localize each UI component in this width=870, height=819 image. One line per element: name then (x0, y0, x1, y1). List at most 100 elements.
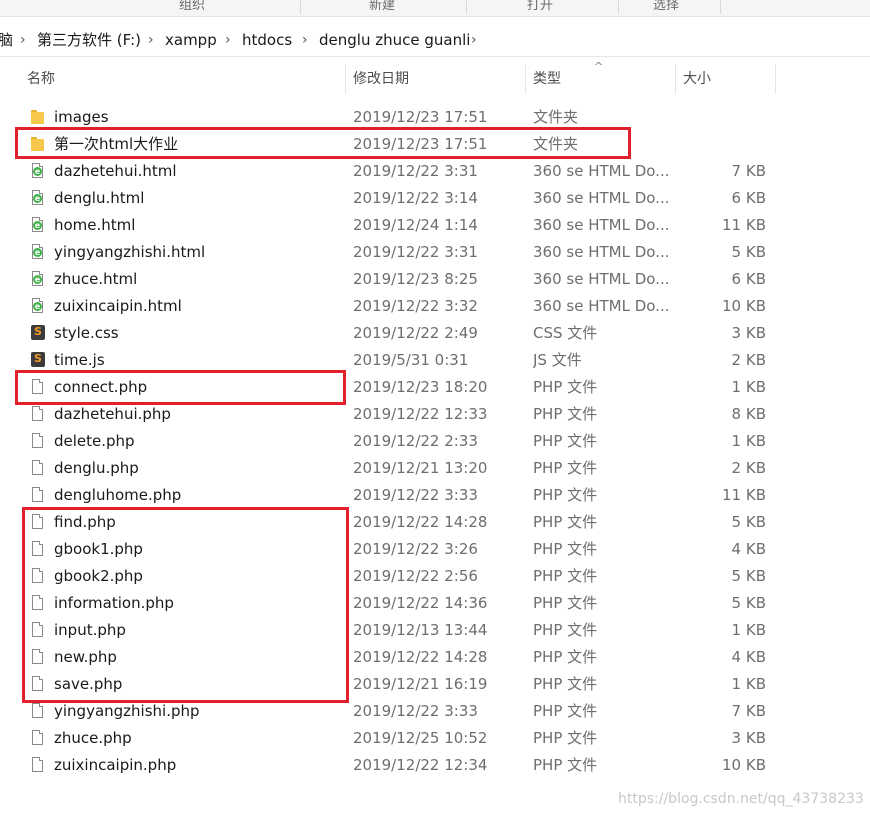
file-name: dazhetehui.html (54, 162, 177, 180)
column-header-size[interactable]: 大小 (683, 70, 711, 88)
chevron-right-icon[interactable]: › (471, 30, 477, 50)
html-file-icon: e (30, 297, 46, 316)
file-name: dengluhome.php (54, 486, 182, 504)
file-name: denglu.php (54, 459, 139, 477)
code-file-icon (30, 351, 46, 370)
ribbon-group-open: 打开 (526, 0, 553, 13)
file-name: zhuce.php (54, 729, 132, 747)
file-size: 7 KB (731, 162, 766, 180)
file-row[interactable]: dazhetehui.php 2019/12/22 12:33 PHP 文件 8 KB (0, 401, 870, 428)
file-name: dazhetehui.php (54, 405, 171, 423)
html-file-icon: e (30, 162, 46, 181)
file-row[interactable]: zhuce.php 2019/12/25 10:52 PHP 文件 3 KB (0, 725, 870, 752)
chevron-right-icon[interactable]: › (302, 30, 308, 50)
highlight-box (15, 127, 631, 159)
file-modified-date: 2019/12/22 14:28 (353, 648, 488, 666)
folder-icon (30, 108, 46, 127)
file-icon (30, 729, 46, 748)
file-type: 360 se HTML Do... (533, 243, 669, 261)
file-type: PHP 文件 (533, 621, 598, 639)
column-divider[interactable] (775, 64, 776, 94)
file-row[interactable]: e home.html 2019/12/24 1:14 360 se HTML Do.… (0, 212, 870, 239)
file-size: 5 KB (731, 567, 766, 585)
file-modified-date: 2019/12/22 2:56 (353, 567, 478, 585)
chevron-right-icon[interactable]: › (148, 30, 154, 50)
file-row[interactable]: delete.php 2019/12/22 2:33 PHP 文件 1 KB (0, 428, 870, 455)
file-size: 2 KB (731, 351, 766, 369)
file-type: 360 se HTML Do... (533, 216, 669, 234)
file-row[interactable]: dengluhome.php 2019/12/22 3:33 PHP 文件 11 KB (0, 482, 870, 509)
file-row[interactable]: e yingyangzhishi.html 2019/12/22 3:31 360 s… (0, 239, 870, 266)
file-size: 2 KB (731, 459, 766, 477)
file-row[interactable]: e denglu.html 2019/12/22 3:14 360 se HTML D… (0, 185, 870, 212)
html-file-icon: e (30, 216, 46, 235)
file-type: PHP 文件 (533, 540, 598, 558)
file-name: zhuce.html (54, 270, 138, 288)
file-type: 360 se HTML Do... (533, 270, 669, 288)
chevron-right-icon[interactable]: › (225, 30, 231, 50)
file-type: PHP 文件 (533, 567, 598, 585)
file-row[interactable]: e dazhetehui.html 2019/12/22 3:31 360 se HT… (0, 158, 870, 185)
file-name: delete.php (54, 432, 135, 450)
file-name: zuixincaipin.php (54, 756, 177, 774)
file-modified-date: 2019/12/22 14:36 (353, 594, 488, 612)
file-modified-date: 2019/12/22 2:49 (353, 324, 478, 342)
file-name: time.js (54, 351, 105, 369)
file-size: 11 KB (722, 486, 766, 504)
address-bar[interactable]: 脑 › 第三方软件 (F:) › xampp › htdocs › denglu… (0, 24, 870, 57)
file-size: 6 KB (731, 189, 766, 207)
chevron-right-icon[interactable]: › (20, 30, 26, 50)
file-size: 5 KB (731, 243, 766, 261)
breadcrumb-htdocs[interactable]: htdocs (242, 30, 292, 50)
breadcrumb-xampp[interactable]: xampp (165, 30, 217, 50)
file-row[interactable]: zuixincaipin.php 2019/12/22 12:34 PHP 文件 10… (0, 752, 870, 779)
file-type: 360 se HTML Do... (533, 162, 669, 180)
file-modified-date: 2019/12/22 12:33 (353, 405, 488, 423)
file-type: JS 文件 (533, 351, 582, 369)
file-row[interactable]: e zuixincaipin.html 2019/12/22 3:32 360 se … (0, 293, 870, 320)
column-header-date[interactable]: 修改日期 (353, 70, 409, 88)
file-name: yingyangzhishi.php (54, 702, 200, 720)
highlight-box (22, 507, 349, 703)
ribbon-group-new: 新建 (368, 0, 395, 13)
column-header-name[interactable]: 名称 (27, 70, 55, 88)
column-header-type[interactable]: 类型 (533, 70, 561, 88)
file-size: 7 KB (731, 702, 766, 720)
html-file-icon: e (30, 243, 46, 262)
file-row[interactable]: style.css 2019/12/22 2:49 CSS 文件 3 KB (0, 320, 870, 347)
file-size: 5 KB (731, 513, 766, 531)
file-icon (30, 459, 46, 478)
breadcrumb-this-pc[interactable]: 脑 (0, 30, 13, 50)
file-name: home.html (54, 216, 136, 234)
file-size: 10 KB (722, 756, 766, 774)
file-modified-date: 2019/12/22 3:32 (353, 297, 478, 315)
ribbon-group-select: 选择 (652, 0, 679, 13)
file-size: 4 KB (731, 648, 766, 666)
file-icon (30, 432, 46, 451)
file-icon (30, 756, 46, 775)
file-modified-date: 2019/12/22 12:34 (353, 756, 488, 774)
column-divider[interactable] (675, 64, 676, 94)
file-modified-date: 2019/12/23 18:20 (353, 378, 488, 396)
breadcrumb-drive-f[interactable]: 第三方软件 (F:) (37, 30, 141, 50)
file-type: PHP 文件 (533, 459, 598, 477)
column-divider[interactable] (525, 64, 526, 94)
file-type: PHP 文件 (533, 378, 598, 396)
code-file-icon (30, 324, 46, 343)
file-type: PHP 文件 (533, 702, 598, 720)
column-divider[interactable] (345, 64, 346, 94)
ribbon-separator (466, 0, 467, 14)
file-type: PHP 文件 (533, 513, 598, 531)
file-size: 3 KB (731, 324, 766, 342)
file-modified-date: 2019/12/21 16:19 (353, 675, 488, 693)
file-type: 文件夹 (533, 108, 579, 126)
file-modified-date: 2019/12/22 3:33 (353, 486, 478, 504)
file-row[interactable]: e zhuce.html 2019/12/23 8:25 360 se HTML Do… (0, 266, 870, 293)
file-type: PHP 文件 (533, 405, 598, 423)
file-modified-date: 2019/12/21 13:20 (353, 459, 488, 477)
ribbon-separator (300, 0, 301, 14)
breadcrumb-current-folder[interactable]: denglu zhuce guanli (319, 30, 470, 50)
file-row[interactable]: denglu.php 2019/12/21 13:20 PHP 文件 2 KB (0, 455, 870, 482)
file-size: 6 KB (731, 270, 766, 288)
file-name: images (54, 108, 109, 126)
